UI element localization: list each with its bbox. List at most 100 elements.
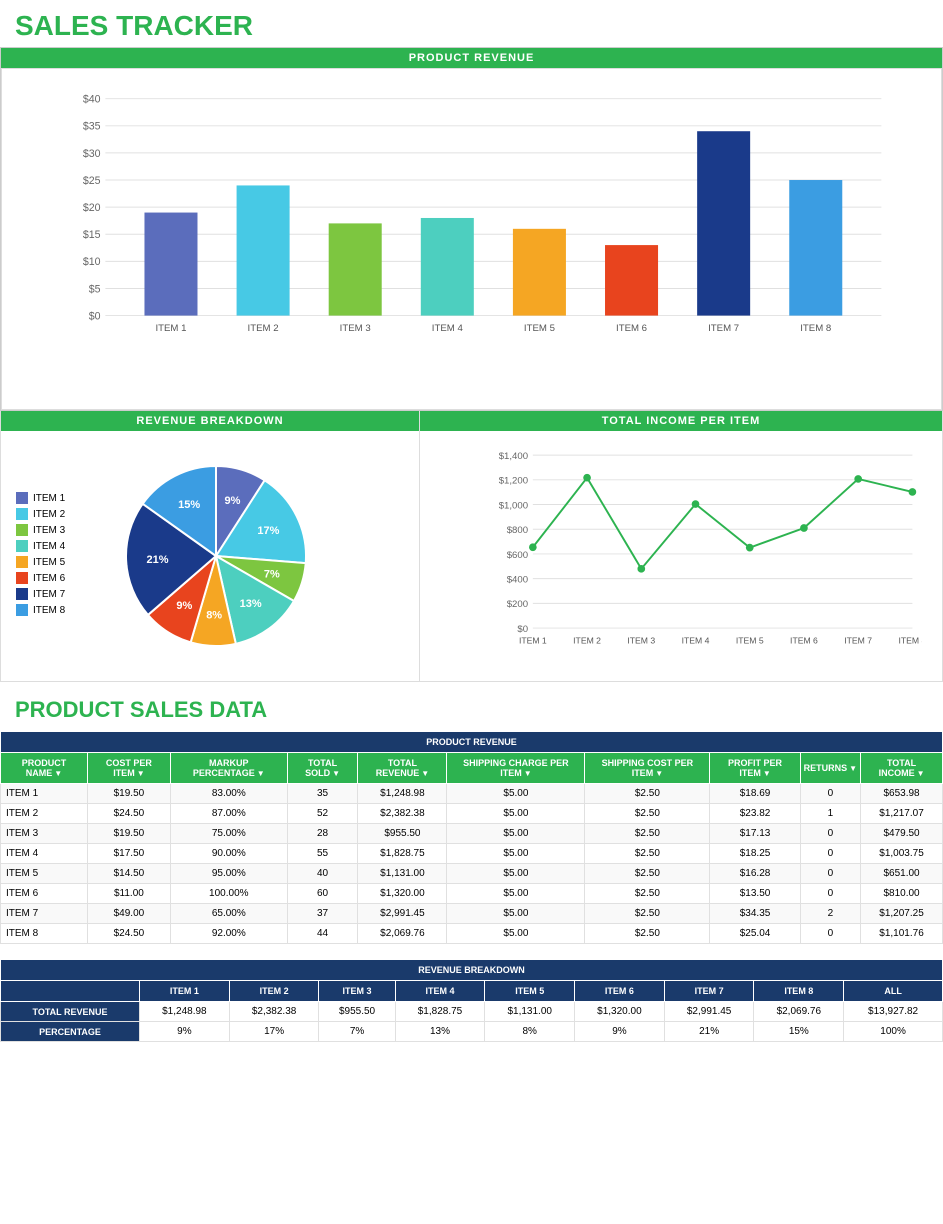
table-cell: ITEM 3: [1, 824, 88, 844]
table-cell: ITEM 8: [1, 924, 88, 944]
page-title: SALES TRACKER: [0, 0, 943, 47]
legend-label: ITEM 7: [33, 589, 65, 600]
svg-text:ITEM 1: ITEM 1: [155, 323, 186, 334]
svg-text:ITEM 1: ITEM 1: [519, 635, 547, 645]
svg-text:$10: $10: [83, 256, 101, 268]
table-cell: 65.00%: [170, 904, 287, 924]
table-cell: $17.50: [87, 844, 170, 864]
table-cell: $1,131.00: [358, 864, 447, 884]
legend-item: ITEM 2: [16, 508, 96, 520]
table-cell: 95.00%: [170, 864, 287, 884]
legend-label: ITEM 5: [33, 557, 65, 568]
dropdown-arrow[interactable]: ▼: [917, 769, 925, 778]
legend-color-swatch: [16, 492, 28, 504]
rev-col-header: ITEM 3: [319, 981, 395, 1002]
rev-cell: $1,320.00: [575, 1002, 665, 1022]
rev-cell: $1,828.75: [395, 1002, 485, 1022]
dropdown-arrow[interactable]: ▼: [257, 769, 265, 778]
table-cell: ITEM 6: [1, 884, 88, 904]
svg-text:$35: $35: [83, 121, 101, 133]
line-chart-header: TOTAL INCOME PER ITEM: [420, 411, 942, 431]
table-cell: $25.04: [710, 924, 800, 944]
table-cell: 2: [800, 904, 860, 924]
table-cell: 0: [800, 824, 860, 844]
svg-text:$40: $40: [83, 94, 101, 106]
table-cell: $5.00: [447, 824, 585, 844]
table-cell: $1,101.76: [861, 924, 943, 944]
rev-col-header: ITEM 1: [140, 981, 230, 1002]
svg-text:$5: $5: [89, 283, 101, 295]
rev-row-label: TOTAL REVENUE: [1, 1002, 140, 1022]
svg-text:17%: 17%: [257, 525, 279, 537]
table-cell: 92.00%: [170, 924, 287, 944]
col-header: RETURNS▼: [800, 753, 860, 784]
rev-cell: 100%: [844, 1022, 943, 1042]
col-header: SHIPPING COST PER ITEM▼: [585, 753, 710, 784]
svg-text:$1,200: $1,200: [499, 476, 528, 487]
svg-text:ITEM 6: ITEM 6: [790, 635, 818, 645]
table-cell: $23.82: [710, 804, 800, 824]
legend-color-swatch: [16, 572, 28, 584]
dropdown-arrow[interactable]: ▼: [332, 769, 340, 778]
table-cell: 100.00%: [170, 884, 287, 904]
dropdown-arrow[interactable]: ▼: [849, 764, 857, 773]
bar-chart-header: PRODUCT REVENUE: [1, 48, 942, 68]
col-header: MARKUP PERCENTAGE▼: [170, 753, 287, 784]
rev-col-header: ITEM 2: [229, 981, 319, 1002]
table-cell: $24.50: [87, 924, 170, 944]
svg-text:$15: $15: [83, 229, 101, 241]
svg-text:$0: $0: [89, 310, 101, 322]
legend-item: ITEM 4: [16, 540, 96, 552]
dropdown-arrow[interactable]: ▼: [137, 769, 145, 778]
table-cell: $24.50: [87, 804, 170, 824]
table-cell: $651.00: [861, 864, 943, 884]
legend-item: ITEM 8: [16, 604, 96, 616]
dropdown-arrow[interactable]: ▼: [54, 769, 62, 778]
table-cell: $5.00: [447, 904, 585, 924]
table-cell: 52: [287, 804, 358, 824]
rev-col-header: ITEM 8: [754, 981, 844, 1002]
table-cell: $2,991.45: [358, 904, 447, 924]
svg-text:21%: 21%: [147, 554, 169, 566]
svg-text:$1,000: $1,000: [499, 500, 528, 511]
table-cell: $2.50: [585, 804, 710, 824]
rev-cell: 7%: [319, 1022, 395, 1042]
table-cell: $2.50: [585, 784, 710, 804]
svg-text:$400: $400: [507, 574, 528, 585]
rev-table-row: PERCENTAGE9%17%7%13%8%9%21%15%100%: [1, 1022, 943, 1042]
rev-col-header: ITEM 6: [575, 981, 665, 1002]
rev-cell: 9%: [140, 1022, 230, 1042]
rev-row-label: PERCENTAGE: [1, 1022, 140, 1042]
bar-chart-container: $40$35$30$25$20$15$10$5$0ITEM 1ITEM 2ITE…: [1, 68, 942, 410]
table-cell: $2.50: [585, 844, 710, 864]
svg-text:ITEM 8: ITEM 8: [800, 323, 831, 334]
legend-label: ITEM 1: [33, 493, 65, 504]
dropdown-arrow[interactable]: ▼: [421, 769, 429, 778]
rev-cell: 13%: [395, 1022, 485, 1042]
dropdown-arrow[interactable]: ▼: [655, 769, 663, 778]
table-cell: $810.00: [861, 884, 943, 904]
rev-cell: $2,069.76: [754, 1002, 844, 1022]
pie-chart-area: ITEM 1ITEM 2ITEM 3ITEM 4ITEM 5ITEM 6ITEM…: [1, 431, 419, 681]
col-header: PRODUCT NAME▼: [1, 753, 88, 784]
legend-label: ITEM 3: [33, 525, 65, 536]
svg-text:$25: $25: [83, 175, 101, 187]
svg-text:$1,400: $1,400: [499, 451, 528, 462]
dropdown-arrow[interactable]: ▼: [524, 769, 532, 778]
table-row: ITEM 7$49.0065.00%37$2,991.45$5.00$2.50$…: [1, 904, 943, 924]
table-cell: 60: [287, 884, 358, 904]
table-cell: $2.50: [585, 864, 710, 884]
table-cell: $1,207.25: [861, 904, 943, 924]
table-cell: 0: [800, 924, 860, 944]
rev-cell: 15%: [754, 1022, 844, 1042]
line-chart-area: $1,400$1,200$1,000$800$600$400$200$0ITEM…: [420, 431, 942, 671]
table-cell: 87.00%: [170, 804, 287, 824]
dropdown-arrow[interactable]: ▼: [763, 769, 771, 778]
table-cell: $2.50: [585, 884, 710, 904]
table-cell: $2.50: [585, 924, 710, 944]
table-cell: ITEM 7: [1, 904, 88, 924]
table-cell: 0: [800, 884, 860, 904]
table-row: ITEM 6$11.00100.00%60$1,320.00$5.00$2.50…: [1, 884, 943, 904]
rev-cell: $955.50: [319, 1002, 395, 1022]
svg-text:ITEM 5: ITEM 5: [736, 635, 764, 645]
